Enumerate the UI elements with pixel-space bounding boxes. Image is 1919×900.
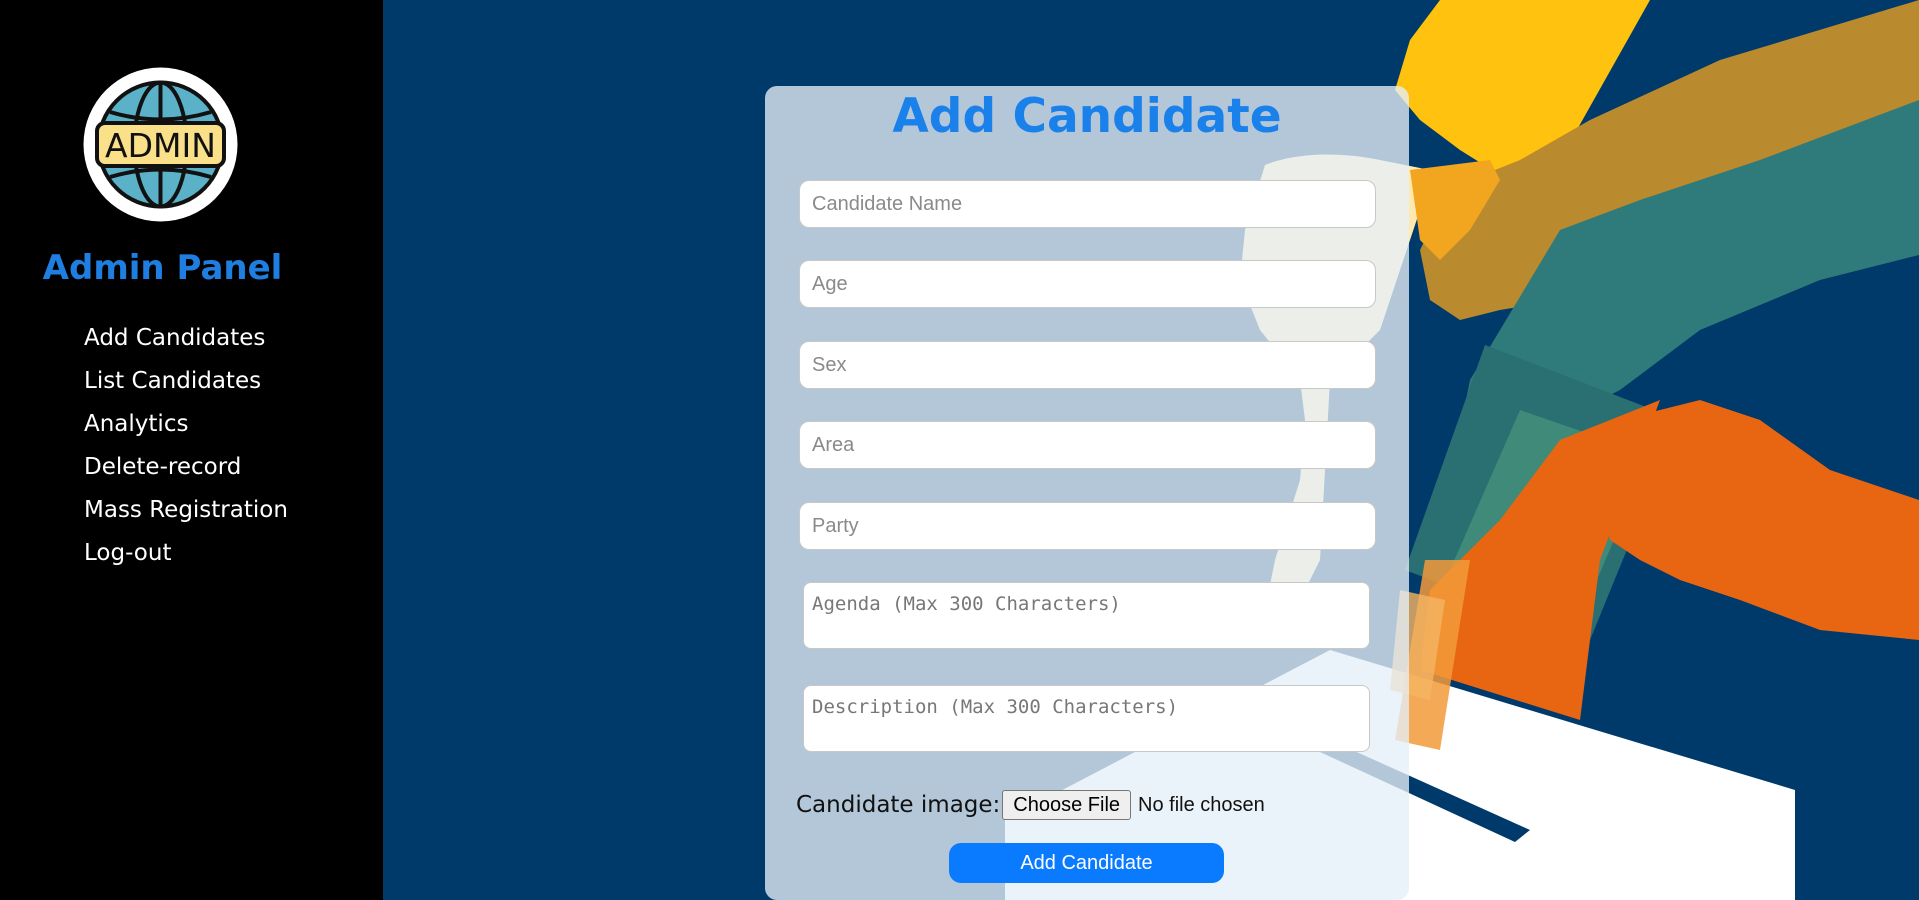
nav-item-add-candidates[interactable]: Add Candidates [84, 320, 288, 363]
sidebar: ADMIN Admin Panel Add Candidates List Ca… [0, 0, 383, 900]
form-title: Add Candidate [892, 89, 1282, 144]
nav-item-mass-registration[interactable]: Mass Registration [84, 492, 288, 535]
age-input[interactable] [799, 260, 1376, 308]
nav-item-list-candidates[interactable]: List Candidates [84, 363, 288, 406]
agenda-textarea[interactable] [803, 582, 1370, 649]
add-candidate-card: Add Candidate Candidate image: Choose Fi… [765, 86, 1409, 900]
nav-item-analytics[interactable]: Analytics [84, 406, 288, 449]
candidate-name-input[interactable] [799, 180, 1376, 228]
logo-text: ADMIN [105, 126, 216, 165]
add-candidate-button[interactable]: Add Candidate [949, 843, 1224, 883]
sidebar-nav: Add Candidates List Candidates Analytics… [84, 320, 288, 578]
nav-item-delete-record[interactable]: Delete-record [84, 449, 288, 492]
panel-title: Admin Panel [42, 248, 283, 288]
party-input[interactable] [799, 502, 1376, 550]
description-textarea[interactable] [803, 685, 1370, 752]
candidate-image-row: Candidate image: Choose File No file cho… [796, 788, 1265, 822]
admin-globe-logo: ADMIN [83, 67, 238, 222]
candidate-image-label: Candidate image: [796, 792, 1001, 818]
sex-input[interactable] [799, 341, 1376, 389]
area-input[interactable] [799, 421, 1376, 469]
choose-file-button[interactable]: Choose File [1002, 790, 1132, 820]
file-status: No file chosen [1138, 793, 1265, 816]
nav-item-log-out[interactable]: Log-out [84, 535, 288, 578]
